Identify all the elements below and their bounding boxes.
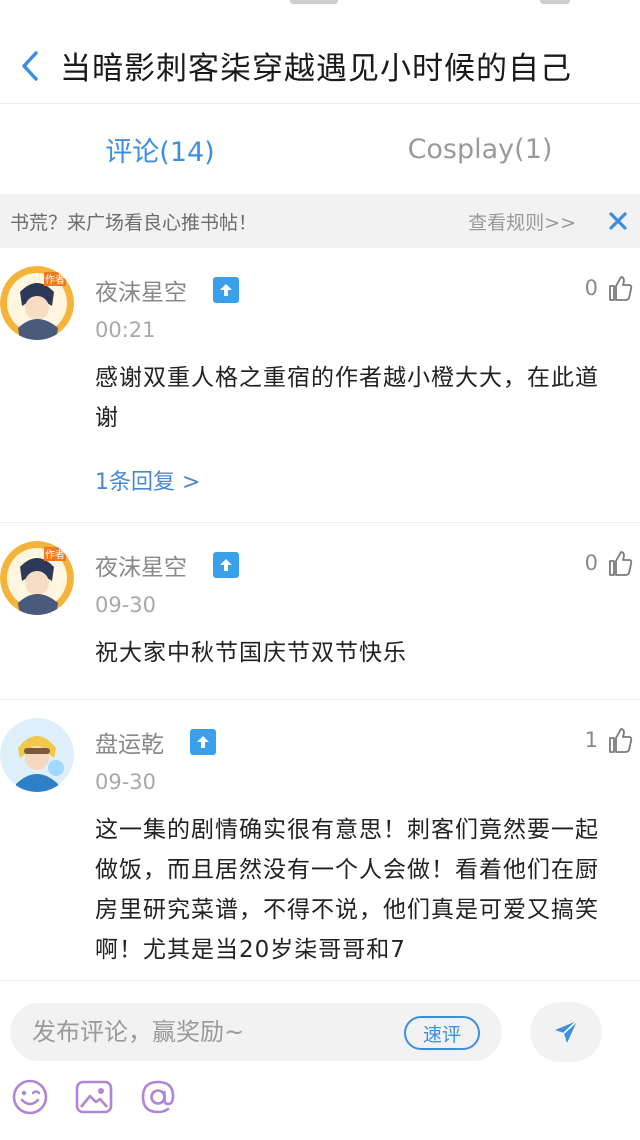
close-icon [609, 212, 627, 230]
level-up-icon [190, 729, 216, 755]
comment-text: 感谢双重人格之重宿的作者越小橙大大，在此道谢 [95, 365, 599, 431]
send-button[interactable] [530, 1002, 602, 1062]
avatar[interactable] [0, 718, 74, 792]
composer-tools [10, 1077, 178, 1117]
notice-text[interactable]: 书荒？来广场看良心推书帖！ [10, 208, 468, 235]
like-count: 0 [584, 276, 598, 300]
like-button[interactable]: 0 [585, 549, 634, 577]
chevron-left-icon [22, 50, 38, 81]
user-name[interactable]: 夜沫星空 [95, 548, 187, 582]
back-button[interactable] [0, 28, 60, 104]
thumbs-up-icon [609, 276, 633, 301]
comment-input[interactable] [32, 1018, 392, 1046]
like-button[interactable]: 0 [585, 274, 634, 302]
replies-link[interactable]: 1条回复 > [95, 464, 200, 496]
comment-item: 作者 夜沫星空 0 09-30 祝大家中秋节国庆节双节快乐 [0, 523, 640, 700]
at-icon[interactable] [138, 1077, 178, 1117]
status-bar-remnant [0, 0, 640, 8]
comment-item: 作者 夜沫星空 0 00:21 感谢双重人格之重宿的作者越小橙大大，在此道谢 1… [0, 248, 640, 523]
page-title: 当暗影刺客柒穿越遇见小时候的自己 [60, 51, 572, 87]
tab-bar: 评论(14) Cosplay(1) [0, 104, 640, 194]
send-icon [555, 1020, 578, 1043]
comment-composer: 速评 [0, 980, 640, 1140]
notice-banner: 书荒？来广场看良心推书帖！ 查看规则>> [0, 194, 640, 248]
author-badge-text: 作者 [45, 274, 65, 286]
avatar[interactable]: 作者 [0, 541, 74, 615]
level-up-icon [213, 552, 239, 578]
tab-cosplay[interactable]: Cosplay(1) [320, 104, 640, 194]
thumbs-up-icon [609, 551, 633, 576]
comment-list: 作者 夜沫星空 0 00:21 感谢双重人格之重宿的作者越小橙大大，在此道谢 1… [0, 248, 640, 980]
comment-time: 00:21 [95, 318, 156, 342]
user-name[interactable]: 盘运乾 [95, 725, 164, 759]
tab-comments[interactable]: 评论(14) [0, 104, 320, 194]
comment-time: 09-30 [95, 593, 157, 617]
author-badge-text: 作者 [45, 549, 65, 561]
comment-item: 盘运乾 1 09-30 这一集的剧情确实很有意思！刺客们竟然要一起做饭，而且居然… [0, 700, 640, 980]
comment-input-box[interactable]: 速评 [10, 1003, 502, 1061]
image-icon[interactable] [74, 1077, 114, 1117]
comment-text: 这一集的剧情确实很有意思！刺客们竟然要一起做饭，而且居然没有一个人会做！看着他们… [95, 817, 599, 963]
user-name[interactable]: 夜沫星空 [95, 273, 187, 307]
emoji-icon[interactable] [10, 1077, 50, 1117]
like-count: 0 [584, 551, 598, 575]
view-rules-link[interactable]: 查看规则>> [468, 208, 576, 235]
like-count: 1 [584, 728, 598, 752]
avatar[interactable]: 作者 [0, 266, 74, 340]
like-button[interactable]: 1 [585, 726, 634, 754]
comment-text: 祝大家中秋节国庆节双节快乐 [95, 640, 407, 666]
comment-time: 09-30 [95, 770, 157, 794]
level-up-icon [213, 277, 239, 303]
top-bar: 当暗影刺客柒穿越遇见小时候的自己 [0, 28, 640, 104]
thumbs-up-icon [609, 728, 633, 753]
close-notice-button[interactable] [602, 205, 634, 237]
quick-review-button[interactable]: 速评 [404, 1016, 480, 1050]
